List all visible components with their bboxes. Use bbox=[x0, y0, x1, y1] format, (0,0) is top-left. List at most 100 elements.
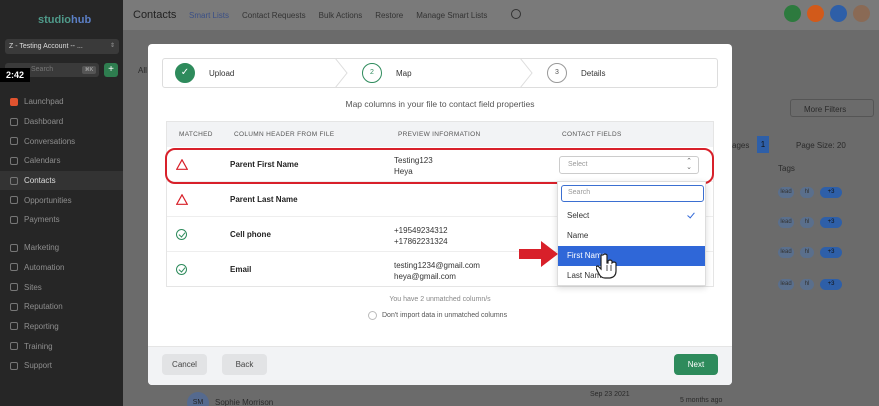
avatar[interactable] bbox=[853, 5, 870, 22]
dropdown-option-select[interactable]: Select bbox=[558, 206, 705, 226]
tag-hl: hl bbox=[800, 247, 814, 258]
calendar-icon bbox=[10, 156, 18, 165]
tab-restore[interactable]: Restore bbox=[375, 11, 403, 20]
sidebar-item-label: Training bbox=[24, 341, 53, 351]
tag-lead: lead bbox=[778, 279, 794, 290]
logo-part1: studio bbox=[38, 14, 71, 26]
preview-info: +19549234312 +17862231324 bbox=[394, 225, 448, 247]
col-header: COLUMN HEADER FROM FILE bbox=[234, 131, 335, 138]
sidebar-item-label: Reputation bbox=[24, 302, 63, 312]
support-icon bbox=[10, 361, 18, 370]
tab-manage-smart-lists[interactable]: Manage Smart Lists bbox=[416, 11, 487, 20]
preview-line: testing1234@gmail.com bbox=[394, 261, 480, 270]
tag-more[interactable]: +3 bbox=[820, 279, 842, 290]
top-bar: Contacts Smart Lists Contact Requests Bu… bbox=[123, 0, 879, 30]
sidebar-item-automation[interactable]: Automation bbox=[0, 258, 123, 278]
next-button[interactable]: Next bbox=[674, 354, 718, 375]
sidebar-item-label: Marketing bbox=[24, 243, 60, 253]
sidebar-item-label: Contacts bbox=[24, 176, 56, 186]
step-number: 3 bbox=[547, 63, 567, 83]
option-label: Select bbox=[567, 211, 590, 220]
top-tabs: Smart Lists Contact Requests Bulk Action… bbox=[189, 11, 487, 20]
dropdown-option-first-name[interactable]: First Name bbox=[558, 246, 705, 266]
help-icon[interactable] bbox=[830, 5, 847, 22]
dropdown-search-input[interactable]: Search bbox=[561, 185, 704, 202]
sidebar-item-reputation[interactable]: Reputation bbox=[0, 297, 123, 317]
back-button[interactable]: Back bbox=[222, 354, 267, 375]
gear-icon[interactable] bbox=[511, 9, 521, 19]
sidebar-item-opportunities[interactable]: Opportunities bbox=[0, 190, 123, 210]
tag-lead: lead bbox=[778, 187, 794, 198]
account-switcher[interactable]: Z - Testing Account -- ... ⇕ bbox=[5, 39, 119, 54]
sidebar-item-label: Reporting bbox=[24, 321, 59, 331]
notifications-icon[interactable] bbox=[807, 5, 824, 22]
col-preview: PREVIEW INFORMATION bbox=[398, 131, 481, 138]
video-timer: 2:42 bbox=[0, 68, 30, 82]
sidebar-item-reporting[interactable]: Reporting bbox=[0, 317, 123, 337]
tag-more[interactable]: +3 bbox=[820, 217, 842, 228]
dont-import-option[interactable]: Don't import data in unmatched columns bbox=[368, 311, 507, 320]
sidebar-item-label: Sites bbox=[24, 282, 42, 292]
tab-bulk-actions[interactable]: Bulk Actions bbox=[319, 11, 363, 20]
sidebar-item-calendars[interactable]: Calendars bbox=[0, 151, 123, 171]
tag-more[interactable]: +3 bbox=[820, 247, 842, 258]
sidebar-item-payments[interactable]: Payments bbox=[0, 210, 123, 230]
sidebar-item-marketing[interactable]: Marketing bbox=[0, 238, 123, 258]
step-number: 2 bbox=[362, 63, 382, 83]
check-icon bbox=[687, 210, 695, 219]
step-label: Upload bbox=[209, 68, 235, 78]
avatar: SM bbox=[187, 392, 209, 406]
tab-smart-lists[interactable]: Smart Lists bbox=[189, 11, 229, 20]
more-filters-button[interactable]: More Filters bbox=[790, 99, 874, 117]
sidebar-item-contacts[interactable]: Contacts bbox=[0, 170, 123, 191]
automation-icon bbox=[10, 263, 18, 272]
column-name: Email bbox=[230, 265, 252, 274]
sidebar-item-conversations[interactable]: Conversations bbox=[0, 131, 123, 151]
contact-name[interactable]: Sophie Morrison bbox=[215, 398, 273, 406]
sidebar: studiohub Z - Testing Account -- ... ⇕ Se… bbox=[0, 0, 123, 406]
sidebar-item-launchpad[interactable]: Launchpad bbox=[0, 92, 123, 112]
warning-icon bbox=[176, 194, 188, 205]
tag-hl: hl bbox=[800, 187, 814, 198]
col-matched: MATCHED bbox=[179, 131, 213, 138]
book-icon bbox=[10, 342, 18, 351]
account-name: Z - Testing Account -- ... bbox=[9, 43, 83, 50]
sidebar-item-training[interactable]: Training bbox=[0, 336, 123, 356]
sidebar-nav: Launchpad Dashboard Conversations Calend… bbox=[0, 92, 123, 376]
option-label: Name bbox=[567, 231, 589, 240]
dropdown-option-last-name[interactable]: Last Name bbox=[558, 266, 705, 285]
chevron-right-icon bbox=[520, 58, 533, 88]
sidebar-item-label: Dashboard bbox=[24, 117, 64, 127]
step-label: Map bbox=[396, 68, 412, 78]
contacts-icon bbox=[10, 176, 18, 185]
sidebar-item-sites[interactable]: Sites bbox=[0, 277, 123, 297]
sidebar-item-support[interactable]: Support bbox=[0, 356, 123, 376]
sites-icon bbox=[10, 283, 18, 292]
logo-part2: hub bbox=[71, 14, 92, 26]
chevron-updown-icon: ⇕ bbox=[109, 43, 115, 49]
tag-hl: hl bbox=[800, 217, 814, 228]
preview-line: +19549234312 bbox=[394, 226, 448, 235]
phone-icon[interactable] bbox=[784, 5, 801, 22]
page-size-select[interactable]: Page Size: 20 bbox=[796, 141, 846, 150]
tag-more[interactable]: +3 bbox=[820, 187, 842, 198]
page-number-button[interactable]: 1 bbox=[757, 136, 769, 153]
app-logo[interactable]: studiohub bbox=[38, 14, 91, 26]
quick-add-button[interactable]: + bbox=[104, 63, 118, 77]
radio-button[interactable] bbox=[368, 311, 377, 320]
sidebar-item-dashboard[interactable]: Dashboard bbox=[0, 112, 123, 132]
marketing-icon bbox=[10, 243, 18, 252]
check-circle-icon bbox=[176, 264, 187, 275]
tab-all[interactable]: All bbox=[138, 66, 147, 75]
cancel-button[interactable]: Cancel bbox=[162, 354, 207, 375]
tab-contact-requests[interactable]: Contact Requests bbox=[242, 11, 306, 20]
page-title: Contacts bbox=[133, 9, 177, 21]
sidebar-item-label: Support bbox=[24, 361, 53, 371]
preview-line: +17862231324 bbox=[394, 237, 448, 246]
search-placeholder: Search bbox=[31, 66, 54, 73]
contact-ago: 5 months ago bbox=[680, 397, 723, 404]
dropdown-option-name[interactable]: Name bbox=[558, 226, 705, 246]
dont-import-label: Don't import data in unmatched columns bbox=[382, 312, 508, 319]
sidebar-item-label: Opportunities bbox=[24, 195, 72, 205]
stepper: ✓ Upload 2 Map 3 Details bbox=[162, 58, 718, 88]
